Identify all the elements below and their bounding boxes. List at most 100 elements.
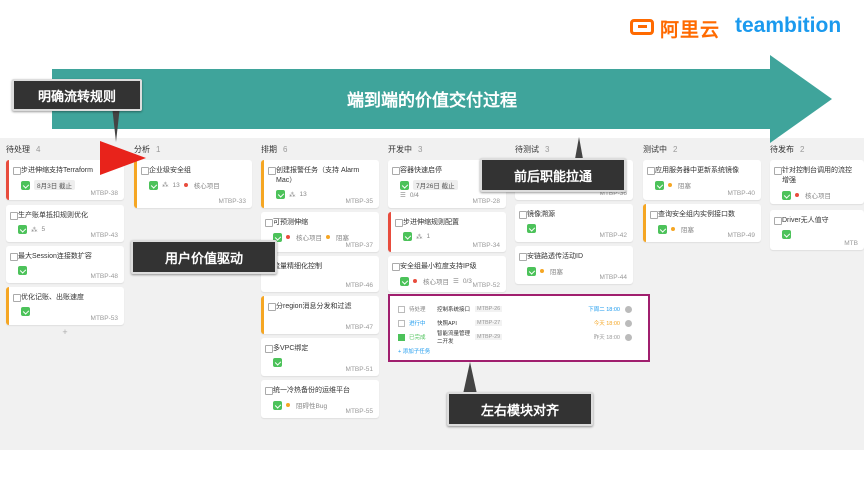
value-delivery-arrow [52,55,832,143]
task-card[interactable]: 安链路透传活动ID 阻塞 MTBP-44 [515,246,633,284]
priority-icon [21,180,30,190]
task-card[interactable]: 创建报警任务（支持 Alarm Mac） ⁂ 13 MTBP-35 [261,160,379,208]
task-card[interactable]: 安全组最小粒度支持IP级 核心项目 ☰ 0/3 MTBP-52 [388,256,506,292]
task-title: 应用服务器中更新系统镜像 [655,167,739,174]
subtask-checkbox[interactable] [398,319,405,327]
task-checkbox[interactable] [13,167,21,175]
task-id: MTBP-38 [90,190,118,197]
column-title: 待发布 [770,144,794,154]
add-subtask-button[interactable]: + 添加子任务 [398,346,642,356]
task-checkbox[interactable] [265,387,273,395]
callout-alignment: 左右模块对齐 [447,392,593,426]
task-id: MTBP-52 [472,282,500,289]
task-id: MTBP-43 [90,232,118,239]
task-title: 最大Session连接数扩容 [18,253,92,260]
task-card[interactable]: Driver无人值守 MTB [770,210,864,250]
task-checkbox[interactable] [519,253,527,261]
task-card[interactable]: 应用服务器中更新系统镜像 阻塞 MTBP-40 [643,160,761,200]
subtask-id: MTBP-27 [475,320,503,326]
subtask-checkbox[interactable] [398,305,405,313]
label-dot-icon [795,193,799,197]
column-count: 4 [36,144,41,154]
task-title: 企业级安全组 [149,167,191,174]
task-label: 核心项目 [423,279,449,286]
priority-icon [527,224,536,233]
task-card[interactable]: 针对控制台调用的流控增强 核心项目 [770,160,864,204]
task-checkbox[interactable] [392,263,400,271]
priority-icon [403,232,412,241]
task-id: MTBP-47 [345,324,373,331]
subtask-due-date: 今天 18:00 [593,321,620,327]
priority-icon [400,180,409,190]
avatar-icon [625,319,632,327]
task-card[interactable]: 生产账单抵扣规则优化 ⁂ 5 MTBP-43 [6,205,124,242]
column-title: 测试中 [643,144,667,154]
task-checkbox[interactable] [268,303,276,311]
column-count: 3 [545,144,550,154]
task-card[interactable]: 多VPC绑定 MTBP-51 [261,338,379,376]
subtask-due-date: 昨天 18:00 [593,335,620,341]
avatar-icon [625,305,632,313]
task-checkbox[interactable] [774,217,782,225]
task-card[interactable]: 镜像溯源 MTBP-42 [515,204,633,242]
task-checkbox[interactable] [268,167,276,175]
task-card[interactable]: 统一冷热备份的运维平台 阻碍性Bug MTBP-55 [261,380,379,418]
column-count: 3 [418,144,423,154]
task-title: 创建报警任务（支持 Alarm Mac） [276,167,360,184]
label-dot-icon [286,235,290,239]
task-card[interactable]: 查询安全组内实例接口数 阻塞 MTBP-49 [643,204,761,242]
subtask-row[interactable]: 已完成 智能流量管理二开发 MTBP-29 昨天 18:00 [398,331,642,345]
callout-pointer [463,362,477,394]
task-title: 安链路透传活动ID [527,253,583,260]
subtask-row[interactable]: 进行中 快照API MTBP-27 今天 18:00 [398,318,642,328]
task-checkbox[interactable] [647,167,655,175]
column-count: 1 [156,144,161,154]
task-id: MTBP-55 [345,408,373,415]
task-id: MTBP-53 [90,315,118,322]
task-checkbox[interactable] [13,294,21,302]
task-label: 核心项目 [296,235,322,242]
priority-icon [527,266,536,276]
priority-icon [273,358,282,367]
task-checkbox[interactable] [10,212,18,220]
task-card[interactable]: 分region消息分发和过滤 MTBP-47 [261,296,379,334]
priority-icon [782,190,791,200]
subtask-count: 1 [426,233,431,240]
task-card[interactable]: 最大Session连接数扩容 MTBP-48 [6,246,124,283]
task-checkbox[interactable] [265,345,273,353]
task-card[interactable]: 优化记账、出账速度 MTBP-53 [6,287,124,325]
task-id: MTBP-34 [472,242,500,249]
task-label: 核心项目 [805,193,831,200]
task-id: MTBP-28 [472,198,500,205]
task-card[interactable]: 企业级安全组 ⁂ 13 核心项目 MTBP-33 [134,160,252,208]
subtask-status: 待处理 [409,307,426,313]
label-dot-icon [286,403,290,407]
column-count: 2 [800,144,805,154]
add-task-button[interactable]: + [6,327,124,339]
label-dot-icon [413,279,417,283]
task-title: 多VPC绑定 [273,345,309,352]
task-id: MTB [844,240,858,247]
task-card[interactable]: 流量精细化控制 MTBP-46 [261,256,379,292]
subtask-progress: 0/4 [409,191,419,199]
task-checkbox[interactable] [10,253,18,261]
task-id: MTBP-42 [599,232,627,239]
task-card[interactable]: 可预测伸缩 核心项目 阻塞 MTBP-37 [261,212,379,252]
task-card[interactable]: 步进伸缩规则配置 ⁂ 1 MTBP-34 [388,212,506,252]
task-checkbox[interactable] [650,211,658,219]
subtask-checkbox[interactable] [398,333,405,341]
task-checkbox[interactable] [392,167,400,175]
task-id: MTBP-37 [345,242,373,249]
aliyun-logo-text: 阿里云 [660,19,721,41]
priority-icon [655,180,664,190]
subtask-count: 5 [41,226,46,233]
task-checkbox[interactable] [519,211,527,219]
aliyun-logo: 阿里云 [630,14,720,42]
subtask-count: 13 [172,181,180,189]
task-checkbox[interactable] [265,219,273,227]
subtask-status: 进行中 [409,321,426,327]
subtask-row[interactable]: 待处理 控制系统接口 MTBP-26 下周二 18:00 [398,304,642,314]
task-checkbox[interactable] [774,167,782,175]
aliyun-logo-icon [630,19,656,37]
task-checkbox[interactable] [395,219,403,227]
